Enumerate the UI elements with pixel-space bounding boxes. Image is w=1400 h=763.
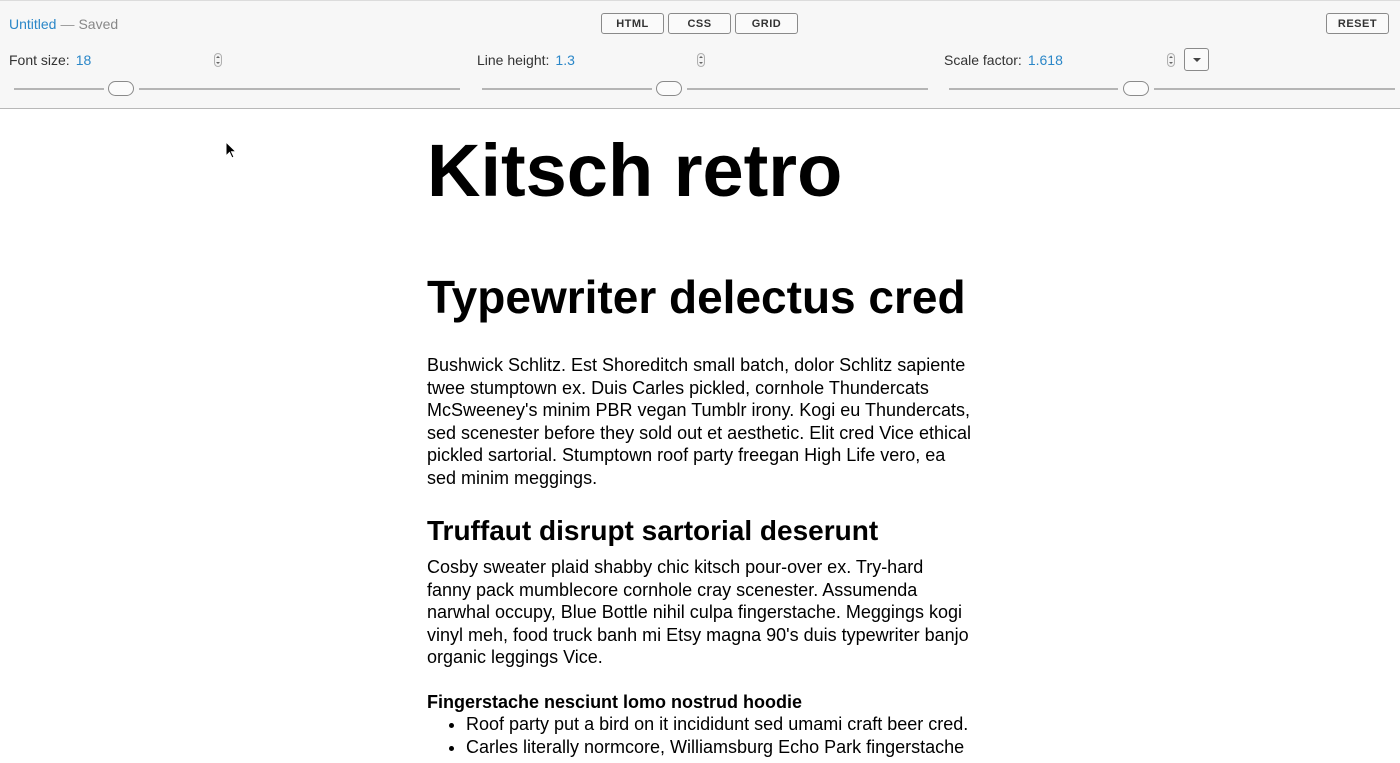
bullet-list: Roof party put a bird on it incididunt s… bbox=[427, 713, 1006, 758]
line-height-value[interactable]: 1.3 bbox=[555, 52, 574, 68]
stepper-up-icon[interactable] bbox=[216, 56, 220, 58]
grid-button[interactable]: GRID bbox=[735, 13, 798, 34]
document-title[interactable]: Untitled bbox=[9, 16, 56, 32]
scale-factor-control: Scale factor: 1.618 bbox=[944, 52, 1063, 68]
scale-dropdown-button[interactable] bbox=[1184, 48, 1209, 71]
heading-3: Truffaut disrupt sartorial deserunt bbox=[427, 515, 879, 546]
slider-thumb[interactable] bbox=[656, 81, 682, 96]
font-size-stepper[interactable] bbox=[214, 53, 222, 67]
heading-2: Typewriter delectus cred bbox=[427, 271, 966, 323]
save-status: Saved bbox=[78, 16, 119, 32]
font-size-control: Font size: 18 bbox=[9, 52, 91, 68]
heading-1: Kitsch retro bbox=[427, 129, 843, 212]
scale-factor-stepper[interactable] bbox=[1167, 53, 1175, 67]
font-size-value[interactable]: 18 bbox=[76, 52, 92, 68]
mouse-pointer-icon bbox=[225, 141, 237, 159]
line-height-label: Line height: bbox=[477, 52, 550, 68]
mode-buttons: HTML CSS GRID bbox=[601, 13, 798, 34]
scale-factor-label: Scale factor: bbox=[944, 52, 1022, 68]
slider-track bbox=[1154, 88, 1395, 90]
slider-track bbox=[482, 88, 652, 90]
slider-track bbox=[949, 88, 1118, 90]
paragraph-2: Cosby sweater plaid shabby chic kitsch p… bbox=[427, 557, 969, 667]
slider-track bbox=[14, 88, 104, 90]
slider-track bbox=[139, 88, 460, 90]
preview-canvas: Kitsch retro Typewriter delectus cred Bu… bbox=[0, 109, 1400, 763]
heading-4: Fingerstache nesciunt lomo nostrud hoodi… bbox=[427, 692, 803, 712]
list-item: Roof party put a bird on it incididunt s… bbox=[466, 713, 1006, 736]
font-size-label: Font size: bbox=[9, 52, 70, 68]
scale-factor-value[interactable]: 1.618 bbox=[1028, 52, 1063, 68]
toolbar: Untitled — Saved HTML CSS GRID RESET Font … bbox=[0, 0, 1400, 109]
slider-thumb[interactable] bbox=[108, 81, 134, 96]
stepper-down-icon[interactable] bbox=[1169, 62, 1173, 64]
paragraph-1: Bushwick Schlitz. Est Shoreditch small b… bbox=[427, 355, 971, 488]
reset-button[interactable]: RESET bbox=[1326, 13, 1389, 34]
slider-track bbox=[687, 88, 928, 90]
stepper-up-icon[interactable] bbox=[1169, 56, 1173, 58]
line-height-stepper[interactable] bbox=[697, 53, 705, 67]
stepper-up-icon[interactable] bbox=[699, 56, 703, 58]
line-height-control: Line height: 1.3 bbox=[477, 52, 575, 68]
css-button[interactable]: CSS bbox=[668, 13, 731, 34]
stepper-down-icon[interactable] bbox=[216, 62, 220, 64]
status-separator: — bbox=[60, 16, 75, 32]
slider-thumb[interactable] bbox=[1123, 81, 1149, 96]
document-status: Untitled — Saved bbox=[9, 16, 118, 32]
font-size-slider[interactable] bbox=[14, 81, 460, 97]
list-item: Carles literally normcore, Williamsburg … bbox=[466, 736, 1006, 759]
stepper-down-icon[interactable] bbox=[699, 62, 703, 64]
line-height-slider[interactable] bbox=[482, 81, 928, 97]
chevron-down-icon bbox=[1192, 57, 1201, 62]
scale-factor-slider[interactable] bbox=[949, 81, 1395, 97]
html-button[interactable]: HTML bbox=[601, 13, 664, 34]
